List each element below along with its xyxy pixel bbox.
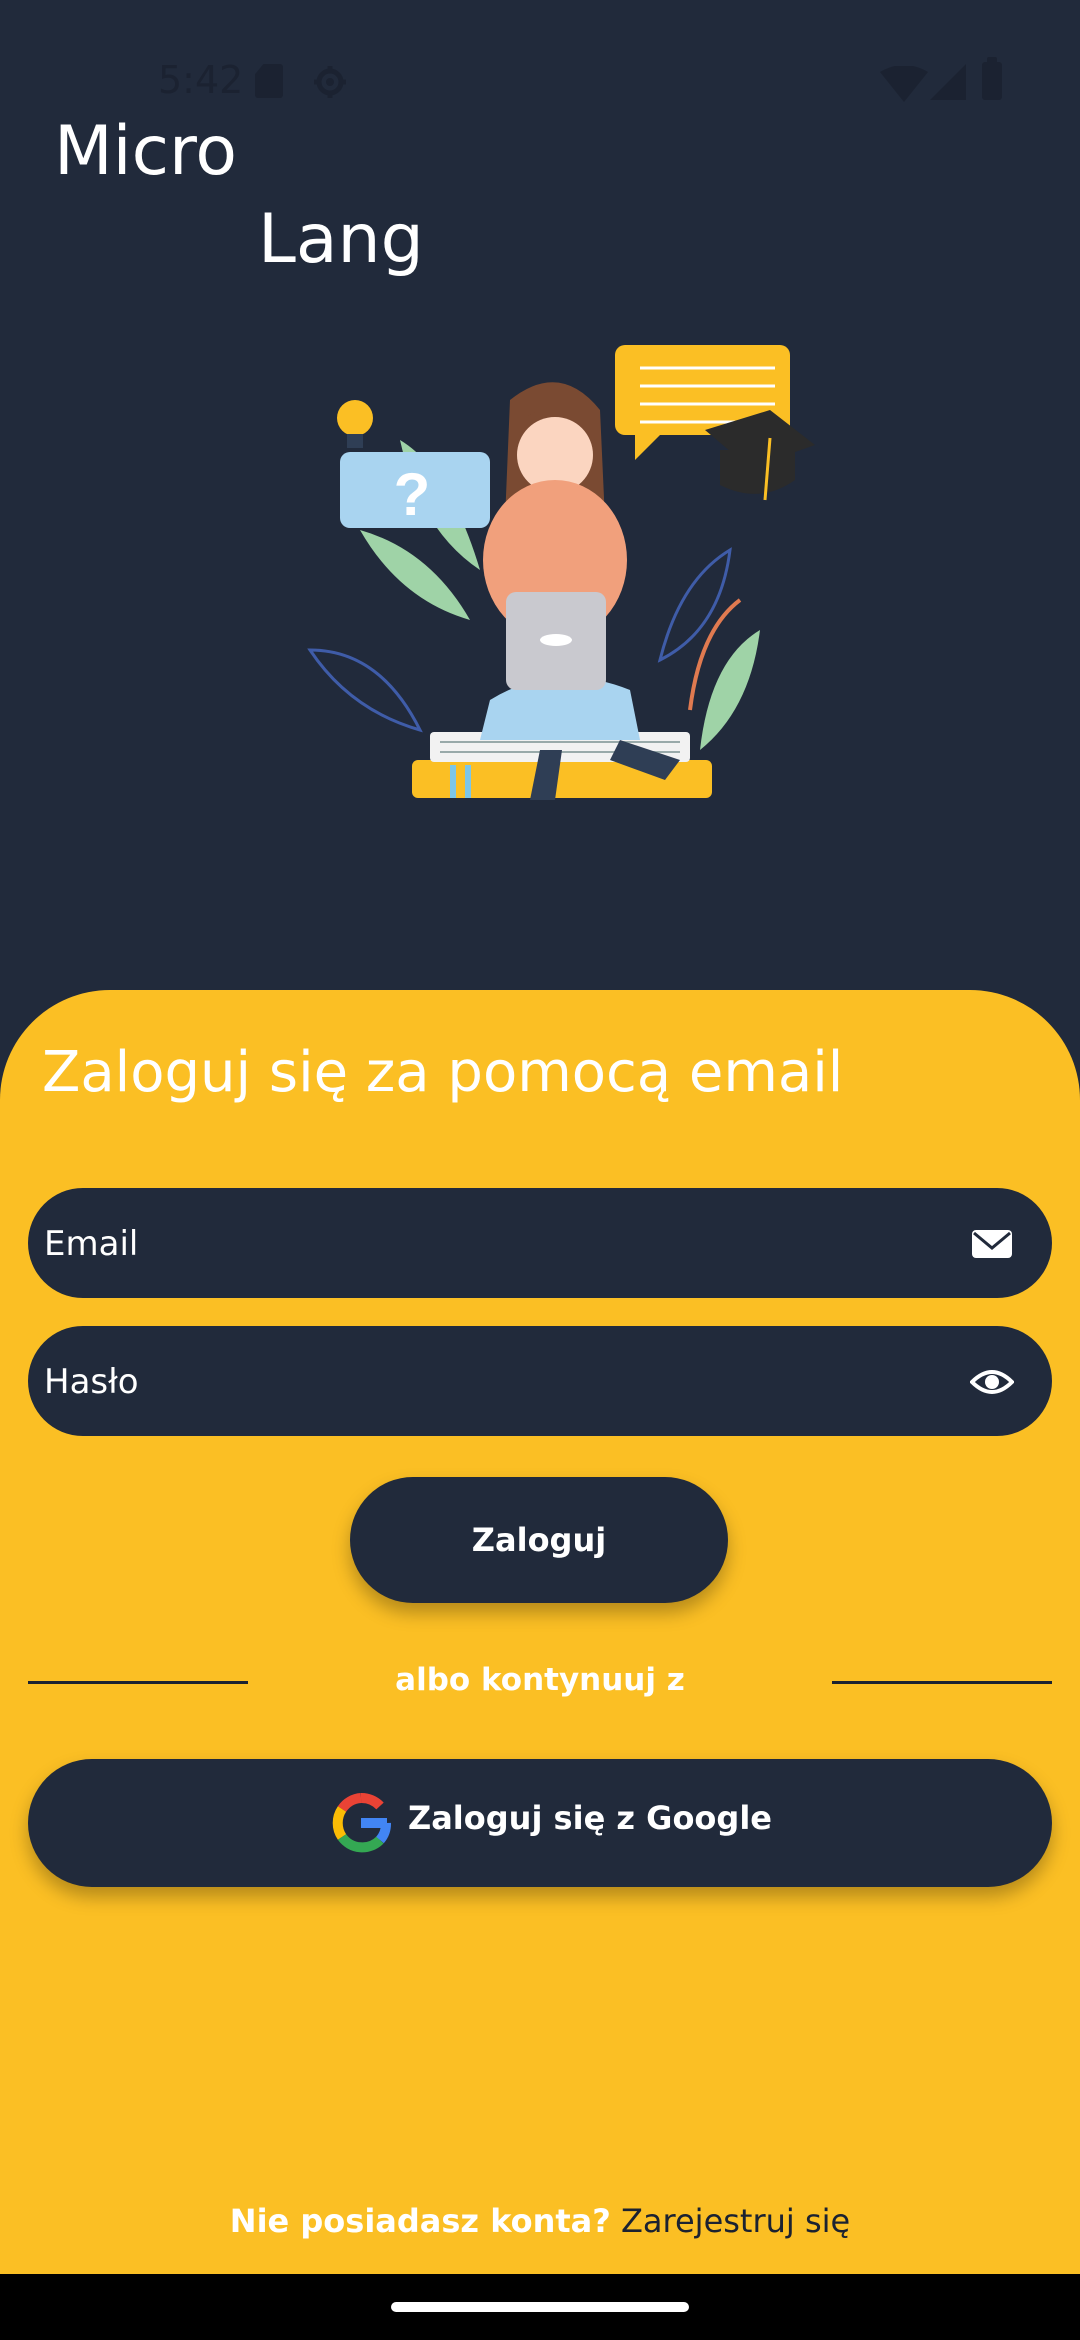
battery-icon xyxy=(982,57,1002,100)
signup-link[interactable]: Zarejestruj się xyxy=(621,2202,850,2240)
password-field[interactable] xyxy=(28,1326,1052,1438)
google-login-label: Zaloguj się z Google xyxy=(408,1799,772,1837)
home-indicator[interactable] xyxy=(391,2302,689,2312)
svg-text:?: ? xyxy=(394,461,431,528)
email-input[interactable] xyxy=(42,1188,946,1300)
status-time: 5:42 xyxy=(158,58,244,102)
google-login-button[interactable]: Zaloguj się z Google xyxy=(28,1759,1052,1887)
envelope-icon xyxy=(972,1230,1012,1258)
gear-icon xyxy=(314,66,346,98)
google-icon xyxy=(332,1793,391,1853)
password-input[interactable] xyxy=(42,1326,946,1438)
signup-question: Nie posiadasz konta? xyxy=(229,2202,611,2240)
email-field[interactable] xyxy=(28,1188,1052,1300)
app-logo-lang: Lang xyxy=(258,200,424,279)
login-title: Zaloguj się za pomocą email xyxy=(42,1040,844,1105)
signup-row: Nie posiadasz konta? Zarejestruj się xyxy=(0,2202,1080,2240)
signal-icon xyxy=(930,64,966,100)
login-card xyxy=(0,990,1080,2274)
wifi-icon xyxy=(880,66,928,102)
sd-card-icon xyxy=(255,64,283,98)
eye-icon[interactable] xyxy=(970,1360,1014,1404)
login-button[interactable]: Zaloguj xyxy=(350,1477,728,1603)
hero-illustration: ? xyxy=(307,345,815,800)
app-logo-micro: Micro xyxy=(54,112,238,191)
divider-line-right xyxy=(832,1681,1052,1684)
divider-text: albo kontynuuj z xyxy=(395,1662,685,1698)
